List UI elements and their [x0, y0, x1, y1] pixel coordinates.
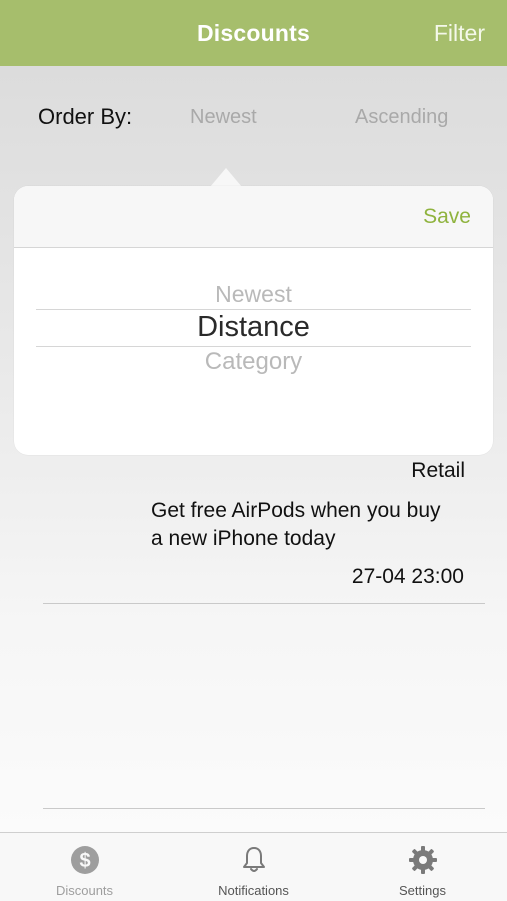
order-by-label: Order By: — [38, 104, 133, 129]
picker-option-distance[interactable]: Distance — [14, 311, 493, 344]
discount-date: 27-04 23:00 — [351, 565, 464, 588]
picker-option-category[interactable]: Category — [14, 348, 493, 376]
gear-icon — [408, 845, 438, 875]
popover-arrow — [210, 168, 242, 187]
sort-field-button[interactable]: Newest — [190, 106, 257, 129]
main-content: Order By: Newest Ascending Save Newest D… — [0, 66, 507, 832]
picker-option-newest[interactable]: Newest — [14, 281, 493, 308]
save-button[interactable]: Save — [423, 205, 471, 229]
tab-label-discounts: Discounts — [55, 883, 114, 898]
list-divider — [43, 603, 485, 604]
tab-discounts[interactable]: $ Discounts — [0, 833, 169, 901]
discount-list-item[interactable]: Retail Get free AirPods when you buy a n… — [0, 455, 507, 603]
popover-header: Save — [14, 186, 493, 248]
tab-label-notifications: Notifications — [218, 883, 289, 898]
bell-icon — [239, 845, 269, 875]
discount-category: Retail — [411, 459, 465, 482]
sort-picker-wheel[interactable]: Newest Distance Category — [14, 248, 493, 455]
tab-notifications[interactable]: Notifications — [169, 833, 338, 901]
svg-text:$: $ — [79, 850, 90, 872]
sort-picker-popover: Save Newest Distance Category — [14, 186, 493, 455]
sort-direction-button[interactable]: Ascending — [355, 106, 448, 129]
filter-button[interactable]: Filter — [434, 20, 485, 47]
nav-bar: Discounts Filter — [0, 0, 507, 66]
tab-settings[interactable]: Settings — [338, 833, 507, 901]
tab-label-settings: Settings — [399, 883, 446, 898]
page-title: Discounts — [197, 20, 310, 46]
discount-description: Get free AirPods when you buy a new iPho… — [151, 499, 441, 550]
tab-bar: $ Discounts Notifications Settings — [0, 832, 507, 901]
picker-selection-line-bottom — [36, 346, 471, 347]
dollar-circle-icon: $ — [70, 845, 100, 875]
list-divider — [43, 808, 485, 809]
picker-selection-line-top — [36, 309, 471, 310]
